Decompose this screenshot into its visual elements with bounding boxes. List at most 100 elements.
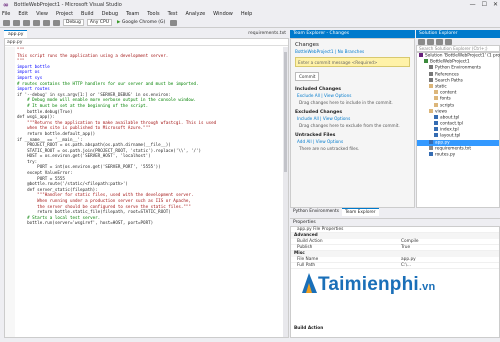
code-line[interactable]: bottle.run(server='wsgiref', host=HOST, … xyxy=(17,220,288,226)
tab-python-environments[interactable]: Python Environments xyxy=(290,208,342,216)
menu-item-test[interactable]: Test xyxy=(168,11,178,17)
tree-node-label: scripts xyxy=(440,103,455,108)
properties-description-title: Build Action xyxy=(294,326,324,331)
tree-node-label: Solution 'BottleWebProject1' (1 project) xyxy=(425,53,500,59)
refresh-icon[interactable] xyxy=(436,38,443,45)
team-explorer-panel: Changes BottleWebProject1 | No Branches … xyxy=(290,38,415,208)
back-icon[interactable] xyxy=(3,19,10,26)
tree-node-label: app.py xyxy=(435,140,450,146)
tree-node-label: requirements.txt xyxy=(435,146,472,152)
menu-item-view[interactable]: View xyxy=(36,11,48,17)
new-project-icon[interactable] xyxy=(23,19,30,26)
code-area[interactable]: """ This script runs the application usin… xyxy=(5,47,288,337)
property-value[interactable]: C:\... xyxy=(401,263,499,268)
tree-node-icon xyxy=(429,77,433,82)
tree-node-icon xyxy=(429,139,433,144)
menu-item-team[interactable]: Team xyxy=(126,11,139,17)
watermark-suffix: .vn xyxy=(418,281,436,293)
tab-requirements[interactable]: requirements.txt xyxy=(245,30,289,38)
window-title: BottleWebProject1 - Microsoft Visual Stu… xyxy=(14,2,122,8)
code-editor[interactable]: app.py """ This script runs the applicati… xyxy=(4,38,289,338)
close-button[interactable]: ✕ xyxy=(493,1,498,8)
solution-tree: Solution 'BottleWebProject1' (1 project)… xyxy=(416,52,500,208)
untracked-note: There are no untracked files. xyxy=(299,146,360,151)
solution-explorer-toolbar xyxy=(416,38,500,45)
tree-node-label: content xyxy=(440,90,457,96)
tree-node-label: static xyxy=(435,84,447,90)
visual-studio-logo-icon: ∞ xyxy=(3,1,9,9)
tree-node-icon xyxy=(434,90,438,95)
undo-icon[interactable] xyxy=(53,19,60,26)
menu-item-window[interactable]: Window xyxy=(213,11,233,17)
tree-node-icon xyxy=(424,59,428,64)
tree-node-icon xyxy=(429,83,433,88)
editor-tab-strip: app.py requirements.txt xyxy=(4,30,289,38)
menu-item-help[interactable]: Help xyxy=(241,11,252,17)
tab-team-explorer[interactable]: Team Explorer xyxy=(341,208,379,216)
solution-search-input[interactable]: Search Solution Explorer (Ctrl+;) xyxy=(416,45,500,52)
attach-icon[interactable] xyxy=(170,19,178,26)
configuration-dropdown[interactable]: Debug xyxy=(63,19,84,26)
properties-subject: app.py File Properties xyxy=(297,227,344,232)
untracked-files-header[interactable]: Untracked Files xyxy=(291,129,414,138)
branch-label[interactable]: BottleWebProject1 | No Branches xyxy=(291,49,414,54)
collapse-all-icon[interactable] xyxy=(445,38,452,45)
watermark-logo-icon xyxy=(302,273,317,293)
excluded-links[interactable]: Include All | View Options xyxy=(291,115,414,122)
property-key: File Name xyxy=(297,257,319,262)
watermark-text: Taimienphi xyxy=(318,274,419,295)
tab-app-py[interactable]: app.py xyxy=(4,30,28,38)
tree-node-icon xyxy=(419,53,423,57)
tree-node-label: References xyxy=(435,72,459,78)
navigation-bar[interactable]: app.py xyxy=(5,39,288,46)
tree-node-icon xyxy=(429,152,433,156)
property-row[interactable]: Full Path C:\... xyxy=(291,263,499,269)
nav-file-label: app.py xyxy=(7,39,23,45)
tree-node-label: fonts xyxy=(440,96,451,102)
excluded-note: Drag changes here to exclude from the co… xyxy=(299,123,400,128)
tree-node-label: routes.py xyxy=(435,152,456,158)
untracked-links[interactable]: Add All | View Options xyxy=(291,138,414,145)
included-changes-header[interactable]: Included Changes xyxy=(291,83,414,92)
tree-node-icon xyxy=(434,114,438,119)
tree-node-icon xyxy=(429,71,433,76)
included-links[interactable]: Exclude All | View Options xyxy=(291,92,414,99)
excluded-changes-header[interactable]: Excluded Changes xyxy=(291,106,414,115)
property-value[interactable]: Compile xyxy=(401,239,499,244)
maximize-button[interactable]: ☐ xyxy=(482,1,487,8)
property-value[interactable]: True xyxy=(401,245,499,250)
tree-node[interactable]: routes.py xyxy=(417,152,499,158)
save-icon[interactable] xyxy=(43,19,50,26)
menu-item-edit[interactable]: Edit xyxy=(18,11,28,17)
scroll-thumb[interactable] xyxy=(284,52,287,172)
menu-item-file[interactable]: File xyxy=(2,11,10,17)
menu-item-project[interactable]: Project xyxy=(56,11,73,17)
menu-bar: File Edit View Project Build Debug Team Tools Te… xyxy=(0,10,500,18)
included-note: Drag changes here to include in the comm… xyxy=(299,100,393,105)
menu-item-tools[interactable]: Tools xyxy=(147,11,159,17)
platform-dropdown[interactable]: Any CPU xyxy=(86,19,112,26)
editor-scrollbar[interactable] xyxy=(283,47,288,337)
menu-item-analyze[interactable]: Analyze xyxy=(185,11,205,17)
tree-node-icon xyxy=(434,102,438,107)
commit-message-input[interactable]: Enter a commit message <Required> xyxy=(295,57,410,67)
title-bar: ∞ BottleWebProject1 - Microsoft Visual S… xyxy=(0,0,500,10)
tree-node-label: index.tpl xyxy=(440,127,459,133)
menu-item-build[interactable]: Build xyxy=(81,11,94,17)
minimize-button[interactable]: — xyxy=(470,1,476,8)
panel-tab-strip: Python Environments Team Explorer xyxy=(290,208,415,216)
tree-node-label: Python Environments xyxy=(435,65,481,71)
team-explorer-tab[interactable]: Team Explorer - Changes xyxy=(290,30,415,38)
home-icon[interactable] xyxy=(418,38,425,45)
forward-icon[interactable] xyxy=(13,19,20,26)
sync-icon[interactable] xyxy=(427,38,434,45)
menu-item-debug[interactable]: Debug xyxy=(102,11,118,17)
properties-grid: Advanced Build Action Compile Publish True Mi… xyxy=(291,233,499,269)
solution-explorer-title: Solution Explorer xyxy=(416,30,500,38)
properties-title: Properties xyxy=(290,218,500,226)
commit-button[interactable]: Commit xyxy=(295,72,320,81)
tree-node-icon xyxy=(434,127,438,132)
start-debugging-button[interactable]: ▶ Google Chrome (G) xyxy=(115,19,167,26)
open-icon[interactable] xyxy=(33,19,40,26)
property-value[interactable]: app.py xyxy=(401,257,499,262)
